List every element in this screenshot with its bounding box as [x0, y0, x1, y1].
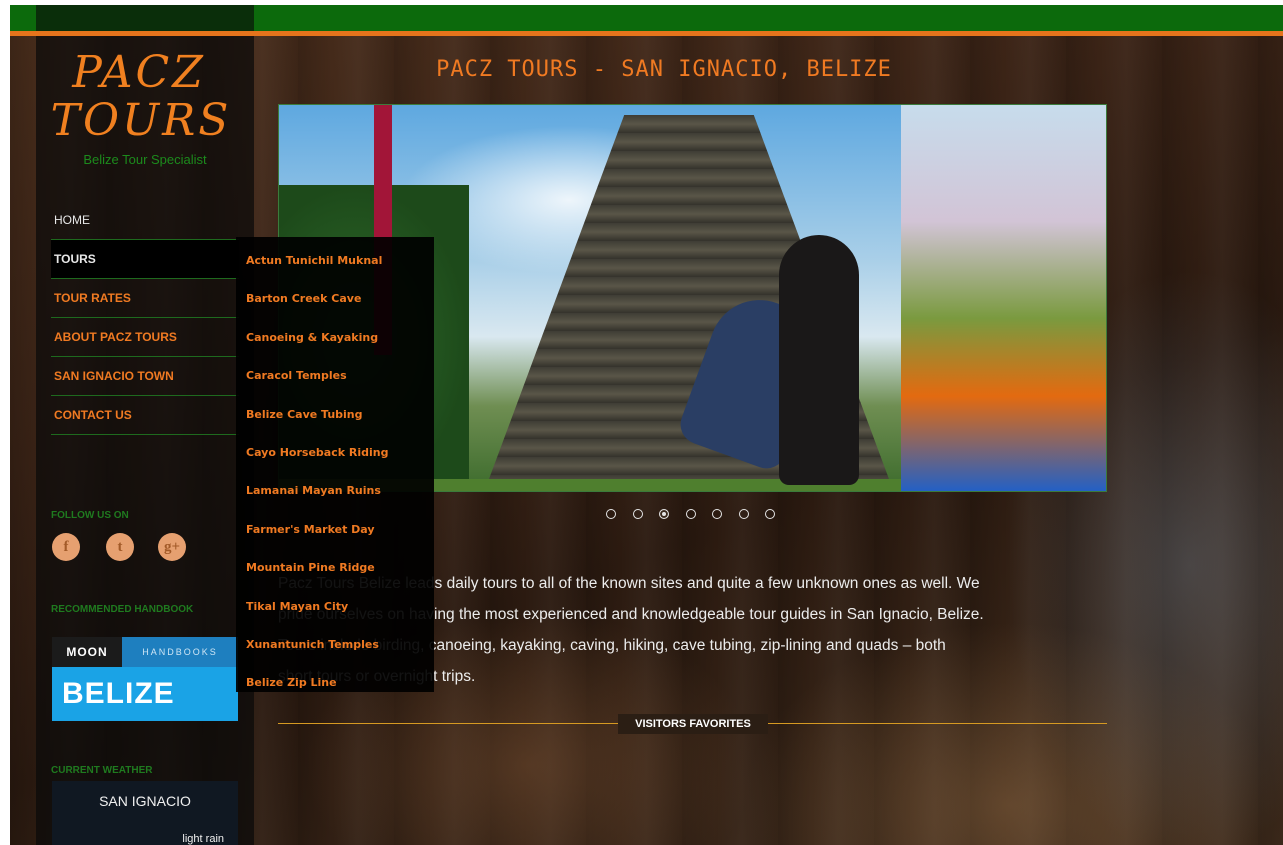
favorites-heading: VISITORS FAVORITES: [618, 714, 768, 734]
slider-dot[interactable]: [685, 509, 696, 519]
weather-condition: light rain: [182, 833, 224, 845]
slider-dot[interactable]: [738, 509, 749, 519]
handbook-banner[interactable]: MOON HANDBOOKS BELIZE: [52, 637, 238, 721]
dropdown-item-tour[interactable]: Caracol Temples: [246, 365, 432, 387]
dropdown-item-tour[interactable]: Tikal Mayan City: [246, 596, 432, 618]
dropdown-item-tour[interactable]: Actun Tunichil Muknal: [246, 250, 432, 272]
dropdown-item-tour[interactable]: Cayo Horseback Riding: [246, 442, 432, 464]
nav-item-home[interactable]: HOME: [51, 201, 239, 240]
nav-item-contact[interactable]: CONTACT US: [51, 396, 239, 435]
favorites-divider: VISITORS FAVORITES: [278, 714, 1107, 734]
logo-text[interactable]: PACZ: [30, 50, 248, 96]
slider-dot[interactable]: [659, 509, 669, 519]
dropdown-item-tour[interactable]: Lamanai Mayan Ruins: [246, 480, 432, 502]
slider-person: [779, 235, 859, 485]
dropdown-item-tour[interactable]: Xunantunich Temples: [246, 634, 432, 656]
follow-heading: FOLLOW US ON: [51, 510, 129, 521]
dropdown-item-tour[interactable]: Belize Zip Line: [246, 672, 432, 694]
facebook-icon[interactable]: f: [52, 533, 80, 561]
nav-item-san-ignacio[interactable]: SAN IGNACIO TOWN: [51, 357, 239, 396]
page-frame: PACZ TOURS Belize Tour Specialist HOME T…: [10, 5, 1283, 845]
slider-dot[interactable]: [712, 509, 722, 519]
slider-pagination: [606, 507, 786, 521]
dropdown-item-tour[interactable]: Mountain Pine Ridge: [246, 557, 432, 579]
dropdown-item-tour[interactable]: Barton Creek Cave: [246, 288, 432, 310]
page-title: PACZ TOURS - SAN IGNACIO, BELIZE: [436, 57, 892, 82]
dropdown-item-tour[interactable]: Farmer's Market Day: [246, 519, 432, 541]
dropdown-item-tour[interactable]: Canoeing & Kayaking: [246, 327, 432, 349]
nav-item-about[interactable]: ABOUT PACZ TOURS: [51, 318, 239, 357]
handbook-heading: RECOMMENDED HANDBOOK: [51, 604, 194, 615]
slider-dot[interactable]: [632, 509, 643, 519]
dropdown-item-tour[interactable]: Belize Cave Tubing: [246, 404, 432, 426]
twitter-icon[interactable]: t: [106, 533, 134, 561]
handbook-series: HANDBOOKS: [122, 637, 238, 667]
google-plus-icon[interactable]: g+: [158, 533, 186, 561]
top-bar-dark-segment: [36, 5, 254, 31]
weather-widget[interactable]: SAN IGNACIO light rain: [52, 781, 238, 845]
logo-tagline: Belize Tour Specialist: [83, 152, 207, 167]
weather-city: SAN IGNACIO: [99, 793, 191, 809]
slider-next-preview: [901, 105, 1106, 491]
logo-text[interactable]: TOURS: [32, 98, 250, 144]
handbook-title: BELIZE: [52, 667, 238, 721]
nav-item-tours[interactable]: TOURS: [51, 240, 239, 279]
slider-dot[interactable]: [765, 509, 775, 519]
weather-heading: CURRENT WEATHER: [51, 765, 153, 776]
sidebar: PACZ TOURS Belize Tour Specialist HOME T…: [36, 36, 254, 845]
moon-logo: MOON: [52, 637, 122, 667]
slider-dot[interactable]: [606, 509, 616, 519]
tours-dropdown-menu: Actun Tunichil Muknal Barton Creek Cave Ca…: [236, 237, 434, 692]
nav-item-tour-rates[interactable]: TOUR RATES: [51, 279, 239, 318]
